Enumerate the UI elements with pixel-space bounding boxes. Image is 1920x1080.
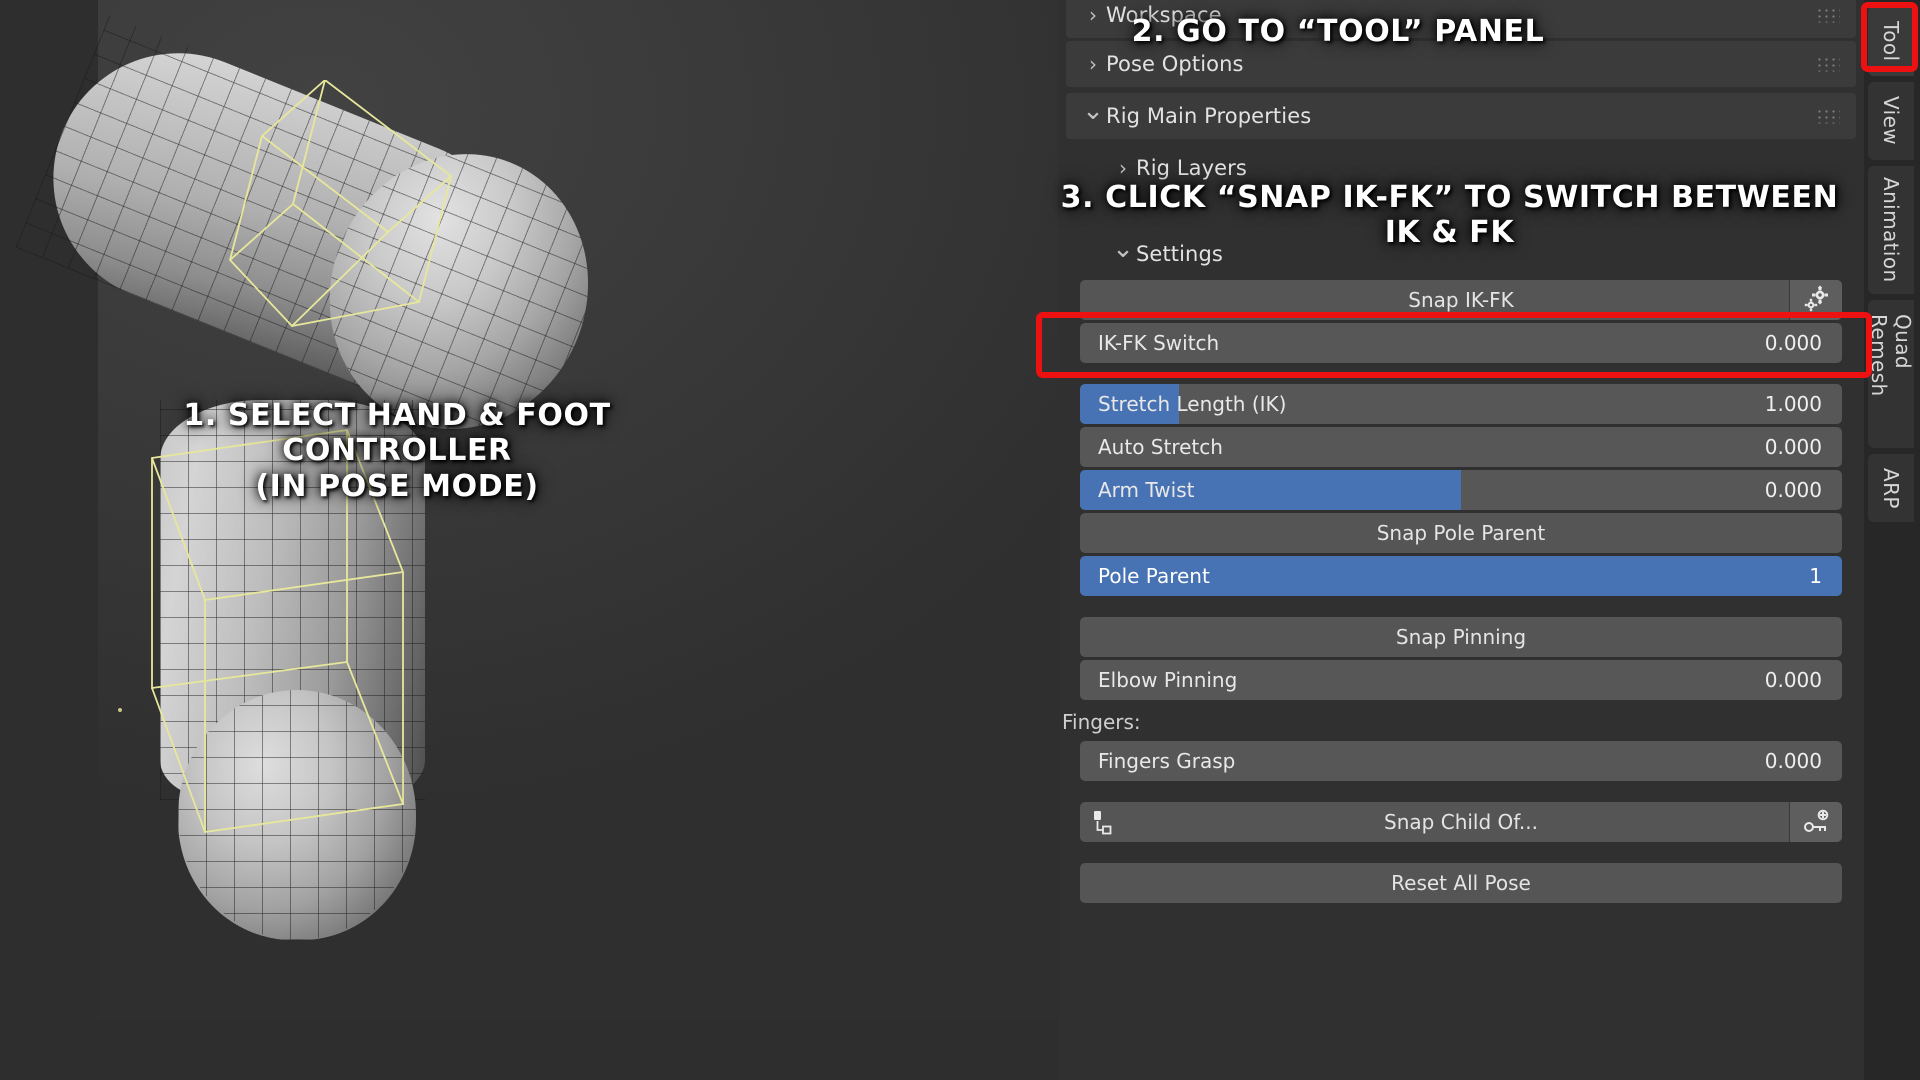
widget-value: 0.000: [1764, 435, 1822, 459]
chevron-right-icon: ›: [1119, 156, 1127, 180]
app-root: › Workspace › Pose Options ⌄ Rig Main Propert…: [0, 0, 1920, 1080]
widget-label: Reset All Pose: [1391, 871, 1531, 895]
widget-label: IK-FK Switch: [1098, 331, 1220, 355]
tab-quad-remesh[interactable]: Quad Remesh: [1867, 300, 1915, 448]
panel-header-label: Pose Options: [1106, 52, 1244, 76]
widget-spacer: [1080, 599, 1842, 617]
widget-snap-child-of[interactable]: Snap Child Of...: [1080, 802, 1842, 842]
widget-auto-stretch[interactable]: Auto Stretch 0.000: [1080, 427, 1842, 467]
widget-value: 0.000: [1764, 478, 1822, 502]
panel-widget-list: Snap IK-FK IK-FK Switch 0.000 Stretch Lengt…: [1058, 280, 1864, 903]
widget-label: Snap Pole Parent: [1376, 521, 1546, 545]
properties-sidebar: › Workspace › Pose Options ⌄ Rig Main Propert…: [1058, 0, 1864, 1080]
widget-label: Fingers Grasp: [1098, 749, 1236, 773]
gear-icon[interactable]: [1789, 280, 1842, 320]
widget-value: 1.000: [1764, 392, 1822, 416]
widget-label: Snap Child Of...: [1384, 810, 1538, 834]
origin-dot: [118, 708, 122, 712]
chevron-right-icon: ›: [1089, 52, 1097, 76]
3d-viewport[interactable]: [0, 0, 1058, 1080]
widget-value: 0.000: [1764, 331, 1822, 355]
tab-label: View: [1879, 96, 1903, 146]
drag-grip-icon[interactable]: [1816, 7, 1840, 23]
widget-stretch-length-ik[interactable]: Stretch Length (IK) 1.000: [1080, 384, 1842, 424]
drag-grip-icon[interactable]: [1816, 108, 1840, 124]
widget-spacer: [1080, 845, 1842, 863]
widget-ik-fk-switch[interactable]: IK-FK Switch 0.000: [1080, 323, 1842, 363]
widget-label: Snap IK-FK: [1408, 288, 1514, 312]
panel-scroll-area[interactable]: › Workspace › Pose Options ⌄ Rig Main Propert…: [1058, 0, 1864, 1080]
tab-tool[interactable]: Tool: [1868, 6, 1914, 76]
tab-label: Quad Remesh: [1867, 314, 1915, 397]
widget-label: Snap Pinning: [1395, 625, 1527, 649]
child-of-icon: [1090, 808, 1118, 836]
widget-fingers-grasp[interactable]: Fingers Grasp 0.000: [1080, 741, 1842, 781]
annotation-step1: 1. SELECT HAND & FOOT CONTROLLER (IN POS…: [183, 398, 611, 504]
widget-spacer: [1080, 784, 1842, 802]
sidebar-tabs: Tool View Animation Quad Remesh ARP: [1864, 0, 1920, 1080]
tab-view[interactable]: View: [1868, 82, 1914, 160]
widget-snap-pole-parent[interactable]: Snap Pole Parent: [1080, 513, 1842, 553]
widget-label: Arm Twist: [1098, 478, 1195, 502]
panel-header-label: Rig Main Properties: [1106, 104, 1312, 128]
widget-pole-parent[interactable]: Pole Parent 1: [1080, 556, 1842, 596]
tab-label: Animation: [1879, 177, 1903, 283]
chevron-down-icon: ⌄: [1082, 96, 1104, 126]
drag-grip-icon[interactable]: [1816, 56, 1840, 72]
tab-label: ARP: [1879, 467, 1903, 509]
key-plus-icon[interactable]: [1789, 802, 1842, 842]
annotation-step3: 3. CLICK “SNAP IK-FK” TO SWITCH BETWEEN …: [1060, 180, 1839, 251]
widget-elbow-pinning[interactable]: Elbow Pinning 0.000: [1080, 660, 1842, 700]
panel-header-rig-main-props[interactable]: ⌄ Rig Main Properties: [1066, 93, 1856, 139]
widget-spacer: [1080, 366, 1842, 384]
tab-label: Tool: [1879, 20, 1903, 62]
widget-reset-all-pose[interactable]: Reset All Pose: [1080, 863, 1842, 903]
widget-label: Stretch Length (IK): [1098, 392, 1287, 416]
widget-snap-pinning[interactable]: Snap Pinning: [1080, 617, 1842, 657]
widget-arm-twist[interactable]: Arm Twist 0.000: [1080, 470, 1842, 510]
mesh-limb-bulb-lower: [178, 690, 416, 940]
mesh-bulb-wireframe-lower: [178, 690, 416, 940]
widget-snap-ik-fk[interactable]: Snap IK-FK: [1080, 280, 1842, 320]
widget-value: 0.000: [1764, 668, 1822, 692]
viewport-bottom-shade: [0, 1020, 1058, 1080]
widget-label: Pole Parent: [1098, 564, 1210, 588]
tab-arp[interactable]: ARP: [1868, 454, 1914, 522]
widget-label: Auto Stretch: [1098, 435, 1223, 459]
widget-value: 0.000: [1764, 749, 1822, 773]
section-label-fingers-label: Fingers:: [1062, 710, 1141, 734]
annotation-step2: 2. GO TO “TOOL” PANEL: [1131, 14, 1545, 49]
panel-header-label: Rig Layers: [1136, 156, 1247, 180]
widget-value: 1: [1809, 564, 1822, 588]
widget-label: Elbow Pinning: [1098, 668, 1238, 692]
